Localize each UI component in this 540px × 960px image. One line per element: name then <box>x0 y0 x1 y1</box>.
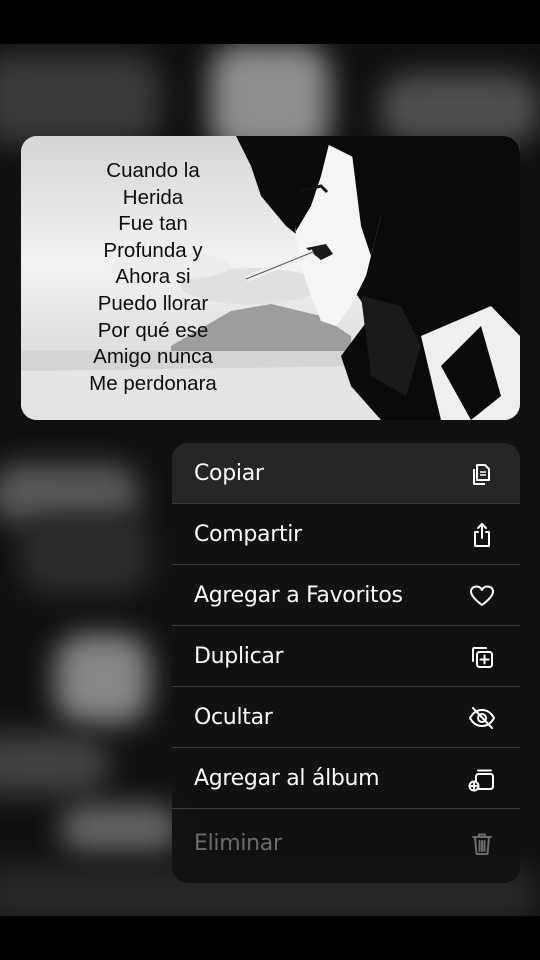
menu-item-hide[interactable]: Ocultar <box>172 687 520 748</box>
menu-item-label: Agregar al álbum <box>194 766 380 791</box>
menu-item-duplicate[interactable]: Duplicar <box>172 626 520 687</box>
copy-icon <box>468 460 496 488</box>
lyrics-overlay: Cuando la Herida Fue tan Profunda y Ahor… <box>45 158 261 397</box>
lyrics-line: Amigo nunca <box>93 345 213 369</box>
lyrics-line: Fue tan <box>118 212 188 236</box>
share-icon <box>468 521 496 549</box>
menu-item-label: Eliminar <box>194 831 282 856</box>
duplicate-icon <box>468 643 496 671</box>
add-to-album-icon <box>468 765 496 793</box>
photo-context-screen: Cuando la Herida Fue tan Profunda y Ahor… <box>0 0 540 960</box>
lyrics-line: Ahora si <box>115 265 191 289</box>
menu-item-label: Agregar a Favoritos <box>194 583 403 608</box>
menu-item-delete[interactable]: Eliminar <box>172 809 520 879</box>
menu-item-copy[interactable]: Copiar <box>172 443 520 504</box>
eye-slash-icon <box>468 704 496 732</box>
trash-icon <box>468 830 496 858</box>
lyrics-line: Herida <box>122 185 184 209</box>
menu-item-share[interactable]: Compartir <box>172 504 520 565</box>
lyrics-line: Profunda y <box>103 238 203 262</box>
menu-item-favorite[interactable]: Agregar a Favoritos <box>172 565 520 626</box>
menu-item-label: Compartir <box>194 522 302 547</box>
menu-item-add-to-album[interactable]: Agregar al álbum <box>172 748 520 809</box>
heart-icon <box>468 582 496 610</box>
menu-item-label: Ocultar <box>194 705 273 730</box>
menu-item-label: Copiar <box>194 461 264 486</box>
menu-item-label: Duplicar <box>194 644 284 669</box>
photo-preview: Cuando la Herida Fue tan Profunda y Ahor… <box>21 136 520 420</box>
lyrics-line: Puedo llorar <box>97 291 209 315</box>
lyrics-line: Me perdonara <box>89 371 217 395</box>
lyrics-line: Por qué ese <box>97 318 209 342</box>
context-menu: Copiar Compartir Agregar a Favoritos Dup… <box>172 443 520 883</box>
lyrics-line: Cuando la <box>106 159 200 182</box>
